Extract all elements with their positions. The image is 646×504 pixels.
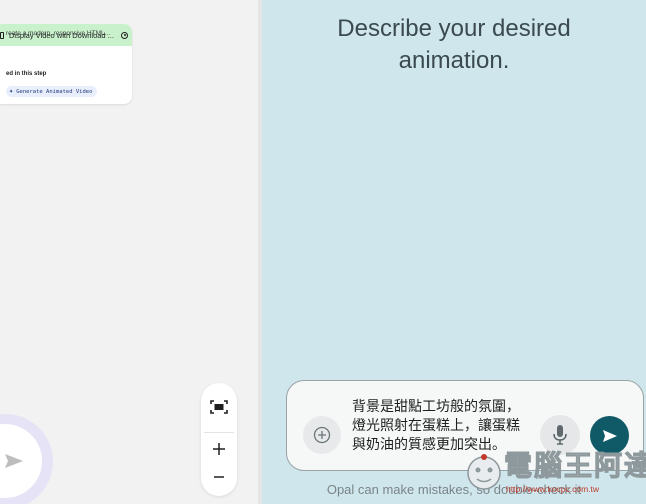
tool-chip-label: Generate Animated Video xyxy=(16,88,93,95)
send-arrow-icon xyxy=(5,454,23,468)
add-circle-icon xyxy=(313,426,331,444)
node-used-label: ed in this step xyxy=(6,71,47,77)
plus-icon xyxy=(213,443,225,455)
submit-button[interactable] xyxy=(590,416,629,455)
minus-icon xyxy=(214,476,224,478)
app-window: Display Video with Download ... reate a … xyxy=(0,0,646,504)
microphone-icon xyxy=(553,425,567,445)
prompt-input-box[interactable]: 背景是甜點工坊般的氛圍， 燈光照射在蛋糕上，讓蛋糕 與奶油的質感更加突出。 xyxy=(286,380,644,471)
node-menu-icon[interactable] xyxy=(121,31,128,39)
tool-chip[interactable]: ✦ Generate Animated Video xyxy=(6,86,98,97)
send-icon xyxy=(602,429,617,442)
fit-view-icon xyxy=(210,400,228,414)
flow-canvas[interactable]: Display Video with Download ... reate a … xyxy=(0,0,258,504)
zoom-divider xyxy=(204,432,234,433)
sparkle-icon: ✦ xyxy=(9,87,14,95)
document-icon xyxy=(0,31,4,39)
attach-button[interactable] xyxy=(303,416,341,454)
fit-view-button[interactable] xyxy=(201,392,237,422)
zoom-out-button[interactable] xyxy=(201,462,237,492)
node-description: reate a modern, responsive HTML... xyxy=(6,30,111,37)
prompt-panel: Describe your desired animation. 背景是甜點工坊… xyxy=(262,0,646,504)
zoom-controls xyxy=(201,383,237,496)
disclaimer-text: Opal can make mistakes, so double-check … xyxy=(326,482,582,497)
microphone-button[interactable] xyxy=(540,415,580,455)
zoom-in-button[interactable] xyxy=(201,434,237,464)
heading-line-1: Describe your desired xyxy=(337,15,571,42)
prompt-input[interactable]: 背景是甜點工坊般的氛圍， 燈光照射在蛋糕上，讓蛋糕 與奶油的質感更加突出。 xyxy=(352,397,540,454)
panel-heading: Describe your desired animation. xyxy=(262,13,646,77)
heading-line-2: animation. xyxy=(398,47,510,74)
